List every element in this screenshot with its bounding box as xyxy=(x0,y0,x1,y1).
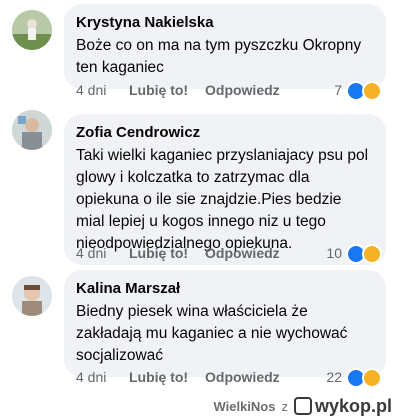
avatar[interactable] xyxy=(12,10,52,50)
comment-author[interactable]: Zofia Cendrowicz xyxy=(76,123,374,143)
watermark: WielkiNos z wykop.pl xyxy=(213,396,392,416)
comment-time[interactable]: 4 dni xyxy=(76,369,106,385)
watermark-connector: z xyxy=(281,398,288,414)
avatar[interactable] xyxy=(12,276,52,316)
reactions[interactable] xyxy=(346,244,386,264)
like-button[interactable]: Lubię to! xyxy=(129,245,188,261)
haha-icon xyxy=(362,368,382,388)
comment-actions: 4 dni Lubię to! Odpowiedz 10 xyxy=(0,244,400,265)
haha-icon xyxy=(362,81,382,101)
like-button[interactable]: Lubię to! xyxy=(129,82,188,98)
like-button[interactable]: Lubię to! xyxy=(129,369,188,385)
reply-button[interactable]: Odpowiedz xyxy=(205,245,280,261)
comment-bubble: Kalina Marszał Biedny piesek wina właści… xyxy=(64,270,386,377)
comment-text: Boże co on ma na tym pyszczku Okropny te… xyxy=(76,37,362,76)
comment-author[interactable]: Kalina Marszał xyxy=(76,279,374,299)
comment-text: Taki wielki kaganiec przyslaniajacy psu … xyxy=(76,147,369,252)
reactions[interactable] xyxy=(346,81,386,101)
comment-time[interactable]: 4 dni xyxy=(76,82,106,98)
comment-bubble: Krystyna Nakielska Boże co on ma na tym … xyxy=(64,4,386,89)
avatar[interactable] xyxy=(12,110,52,150)
comment-author[interactable]: Krystyna Nakielska xyxy=(76,13,374,33)
comment-bubble: Zofia Cendrowicz Taki wielki kaganiec pr… xyxy=(64,114,386,265)
haha-icon xyxy=(362,244,382,264)
reactions[interactable] xyxy=(346,368,386,388)
reply-button[interactable]: Odpowiedz xyxy=(205,82,280,98)
reaction-count[interactable]: 22 xyxy=(322,369,342,385)
comment-actions: 4 dni Lubię to! Odpowiedz 7 xyxy=(0,81,400,102)
comment-text: Biedny piesek wina właściciela że zakład… xyxy=(76,303,348,364)
brand-name: wykop.pl xyxy=(314,395,392,416)
comment-time[interactable]: 4 dni xyxy=(76,245,106,261)
uploader-name: WielkiNos xyxy=(213,398,276,414)
reply-button[interactable]: Odpowiedz xyxy=(205,369,280,385)
reaction-count[interactable]: 10 xyxy=(322,245,342,261)
comment-actions: 4 dni Lubię to! Odpowiedz 22 xyxy=(0,368,400,389)
wykop-logo-icon xyxy=(293,397,312,415)
reaction-count[interactable]: 7 xyxy=(330,82,342,98)
